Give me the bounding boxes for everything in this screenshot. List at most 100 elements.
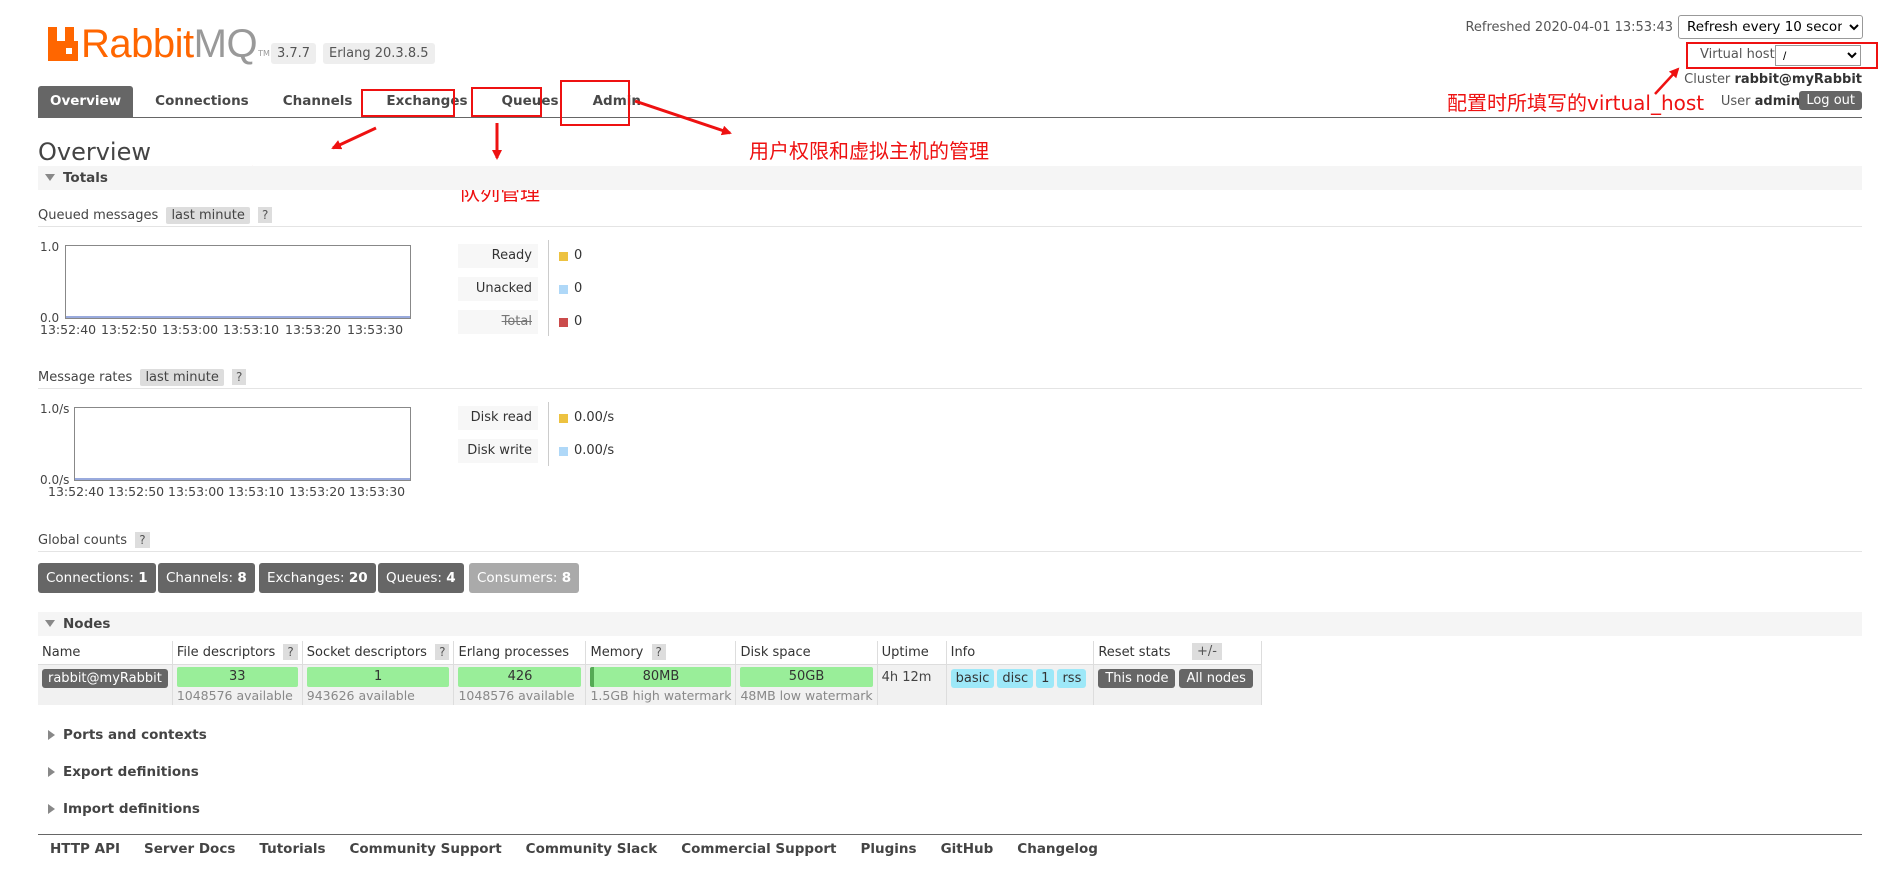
global-counts-heading: Global counts ? xyxy=(38,532,150,548)
legend-unacked: Unacked xyxy=(458,277,538,301)
queued-legend: Ready Unacked Total 0 0 0 xyxy=(458,240,658,336)
disk-write-swatch xyxy=(559,447,568,456)
exchanges-count-button[interactable]: Exchanges: 20 xyxy=(259,563,376,593)
footer-link-server-docs[interactable]: Server Docs xyxy=(144,841,235,857)
queues-count-button[interactable]: Queues: 4 xyxy=(378,563,464,593)
help-icon[interactable]: ? xyxy=(283,643,298,660)
connections-count-button[interactable]: Connections: 1 xyxy=(38,563,156,593)
table-row: rabbit@myRabbit 33 1048576 available 1 943… xyxy=(38,664,1262,705)
rates-legend: Disk read Disk write 0.00/s 0.00/s xyxy=(458,402,658,466)
ready-swatch xyxy=(559,252,568,261)
totals-section-header[interactable]: Totals xyxy=(38,166,1862,190)
node-link[interactable]: rabbit@myRabbit xyxy=(42,668,168,688)
y-tick-top: 1.0/s xyxy=(40,402,70,416)
x-tick: 13:53:30 xyxy=(347,322,404,337)
total-swatch xyxy=(559,318,568,327)
import-section-header[interactable]: Import definitions xyxy=(38,797,1862,821)
disk-space-bar: 50GB xyxy=(740,666,873,687)
x-tick: 13:52:50 xyxy=(101,322,158,337)
chart-series-line xyxy=(66,316,410,318)
col-reset-stats: Reset stats xyxy=(1093,641,1262,665)
footer-link-changelog[interactable]: Changelog xyxy=(1017,841,1098,857)
disk-write-value: 0.00/s xyxy=(574,443,615,458)
rates-x-axis: 13:52:40 13:52:50 13:53:00 13:53:10 13:5… xyxy=(48,484,428,500)
socket-descriptors-bar: 1 xyxy=(306,666,450,687)
uptime-value: 4h 12m xyxy=(881,669,932,685)
global-counts: Connections: 1 Channels: 8 Exchanges: 20… xyxy=(38,563,638,593)
range-selector[interactable]: last minute xyxy=(140,369,224,386)
x-tick: 13:53:10 xyxy=(223,322,280,337)
x-tick: 13:53:00 xyxy=(162,322,219,337)
admin-annotation: 用户权限和虚拟主机的管理 xyxy=(749,139,989,163)
range-selector[interactable]: last minute xyxy=(166,207,250,224)
help-icon[interactable]: ? xyxy=(232,369,247,385)
queued-x-axis: 13:52:40 13:52:50 13:53:00 13:53:10 13:5… xyxy=(40,322,420,338)
message-rates-chart xyxy=(74,407,411,481)
col-memory: Memory ? xyxy=(585,641,737,665)
col-disk-space: Disk space xyxy=(735,641,878,665)
footer-link-plugins[interactable]: Plugins xyxy=(860,841,916,857)
expanded-triangle-icon xyxy=(45,620,55,627)
reset-all-nodes-button[interactable]: All nodes xyxy=(1179,668,1253,688)
info-tag: 1 xyxy=(1036,668,1055,688)
help-icon[interactable]: ? xyxy=(651,643,666,660)
nodes-section-header[interactable]: Nodes xyxy=(38,612,1862,636)
info-tag: basic xyxy=(950,668,995,688)
footer-link-http-api[interactable]: HTTP API xyxy=(50,841,120,857)
collapsed-triangle-icon xyxy=(48,767,55,777)
x-tick: 13:53:30 xyxy=(349,484,406,499)
table-header-row: Name File descriptors ? Socket descripto… xyxy=(38,641,1262,665)
expanded-triangle-icon xyxy=(45,174,55,181)
admin-arrow xyxy=(634,99,732,136)
queued-messages-chart xyxy=(65,245,411,319)
help-icon[interactable]: ? xyxy=(435,643,450,660)
collapsed-triangle-icon xyxy=(48,804,55,814)
queued-messages-heading: Queued messages last minute ? xyxy=(38,207,273,224)
export-section-header[interactable]: Export definitions xyxy=(38,760,1862,784)
info-tag: rss xyxy=(1057,668,1087,688)
unacked-swatch xyxy=(559,285,568,294)
chart-series-line xyxy=(75,478,410,480)
col-erlang-processes: Erlang processes xyxy=(453,641,587,665)
footer-link-commercial-support[interactable]: Commercial Support xyxy=(681,841,836,857)
legend-disk-read: Disk read xyxy=(458,406,538,430)
page-title: Overview xyxy=(38,138,151,166)
erlang-processes-bar: 426 xyxy=(458,666,582,687)
col-uptime: Uptime xyxy=(877,641,947,665)
collapsed-triangle-icon xyxy=(48,730,55,740)
footer-link-tutorials[interactable]: Tutorials xyxy=(259,841,325,857)
x-tick: 13:52:50 xyxy=(108,484,165,499)
reset-this-node-button[interactable]: This node xyxy=(1098,668,1176,688)
footer-link-community-slack[interactable]: Community Slack xyxy=(526,841,658,857)
footer-link-github[interactable]: GitHub xyxy=(941,841,994,857)
legend-disk-write: Disk write xyxy=(458,439,538,463)
x-tick: 13:53:10 xyxy=(228,484,285,499)
exchanges-arrow xyxy=(331,126,377,150)
total-value: 0 xyxy=(574,314,583,329)
consumers-count-button[interactable]: Consumers: 8 xyxy=(469,563,580,593)
footer-divider xyxy=(38,834,1862,835)
help-icon[interactable]: ? xyxy=(135,532,150,548)
footer-link-community-support[interactable]: Community Support xyxy=(350,841,502,857)
col-file-descriptors: File descriptors ? xyxy=(172,641,303,665)
column-toggle-button[interactable]: +/- xyxy=(1192,643,1222,660)
col-name: Name xyxy=(38,641,173,665)
y-tick-top: 1.0 xyxy=(40,240,60,254)
x-tick: 13:52:40 xyxy=(40,322,97,337)
col-socket-descriptors: Socket descriptors ? xyxy=(302,641,455,665)
ports-section-header[interactable]: Ports and contexts xyxy=(38,723,1862,747)
disk-read-swatch xyxy=(559,414,568,423)
info-tag: disc xyxy=(997,668,1034,688)
help-icon[interactable]: ? xyxy=(258,207,273,223)
x-tick: 13:53:20 xyxy=(285,322,342,337)
legend-ready: Ready xyxy=(458,244,538,268)
unacked-value: 0 xyxy=(574,281,583,296)
file-descriptors-bar: 33 xyxy=(176,666,298,687)
x-tick: 13:53:20 xyxy=(289,484,346,499)
memory-bar: 80MB xyxy=(590,666,732,687)
legend-total[interactable]: Total xyxy=(458,310,538,334)
channels-count-button[interactable]: Channels: 8 xyxy=(158,563,255,593)
x-tick: 13:53:00 xyxy=(168,484,225,499)
nodes-table: Name File descriptors ? Socket descripto… xyxy=(38,641,1262,705)
disk-read-value: 0.00/s xyxy=(574,410,615,425)
